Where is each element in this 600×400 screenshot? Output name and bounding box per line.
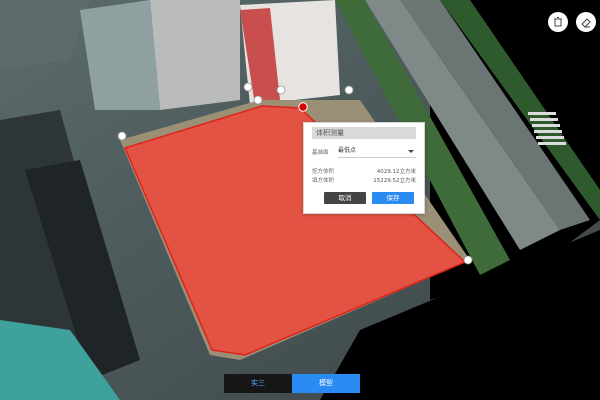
eraser-button[interactable]	[576, 12, 596, 32]
tab-model[interactable]: 模型	[292, 374, 360, 393]
base-plane-select[interactable]: 最低点	[338, 145, 416, 158]
trash-icon	[554, 17, 562, 27]
vertex-handle[interactable]	[344, 85, 354, 95]
vertex-handle[interactable]	[243, 82, 253, 92]
cut-volume-value: 4029.12立方米	[376, 169, 416, 175]
cut-volume-label: 挖方体积	[312, 169, 335, 175]
base-plane-value: 最低点	[338, 147, 357, 154]
fill-volume-row: 填方体积 15229.52立方米	[312, 176, 416, 184]
aerial-map[interactable]	[0, 0, 600, 400]
vertex-handle-active[interactable]	[298, 102, 308, 112]
chevron-down-icon	[408, 150, 414, 153]
vertex-handle[interactable]	[276, 85, 286, 95]
base-plane-row: 基准面 最低点	[312, 145, 416, 158]
panel-title: 体积测量	[312, 127, 416, 139]
fill-volume-value: 15229.52立方米	[373, 178, 416, 184]
eraser-icon	[581, 18, 591, 28]
tab-realistic[interactable]: 实三	[224, 374, 292, 393]
volume-measure-panel: 体积测量 基准面 最低点 挖方体积 4029.12立方米 填方体积 15229.…	[303, 122, 425, 214]
delete-button[interactable]	[548, 12, 568, 32]
map-viewer[interactable]: 体积测量 基准面 最低点 挖方体积 4029.12立方米 填方体积 15229.…	[0, 0, 600, 400]
view-mode-tabs: 实三 模型	[224, 374, 360, 393]
building-tall-1	[150, 0, 240, 110]
vertex-handle[interactable]	[117, 131, 127, 141]
save-button[interactable]: 保存	[372, 192, 414, 204]
base-plane-label: 基准面	[312, 150, 329, 156]
vertex-handle[interactable]	[253, 95, 263, 105]
cancel-button[interactable]: 取消	[324, 192, 366, 204]
fill-volume-label: 填方体积	[312, 178, 335, 184]
cut-volume-row: 挖方体积 4029.12立方米	[312, 167, 416, 175]
vertex-handle[interactable]	[463, 255, 473, 265]
